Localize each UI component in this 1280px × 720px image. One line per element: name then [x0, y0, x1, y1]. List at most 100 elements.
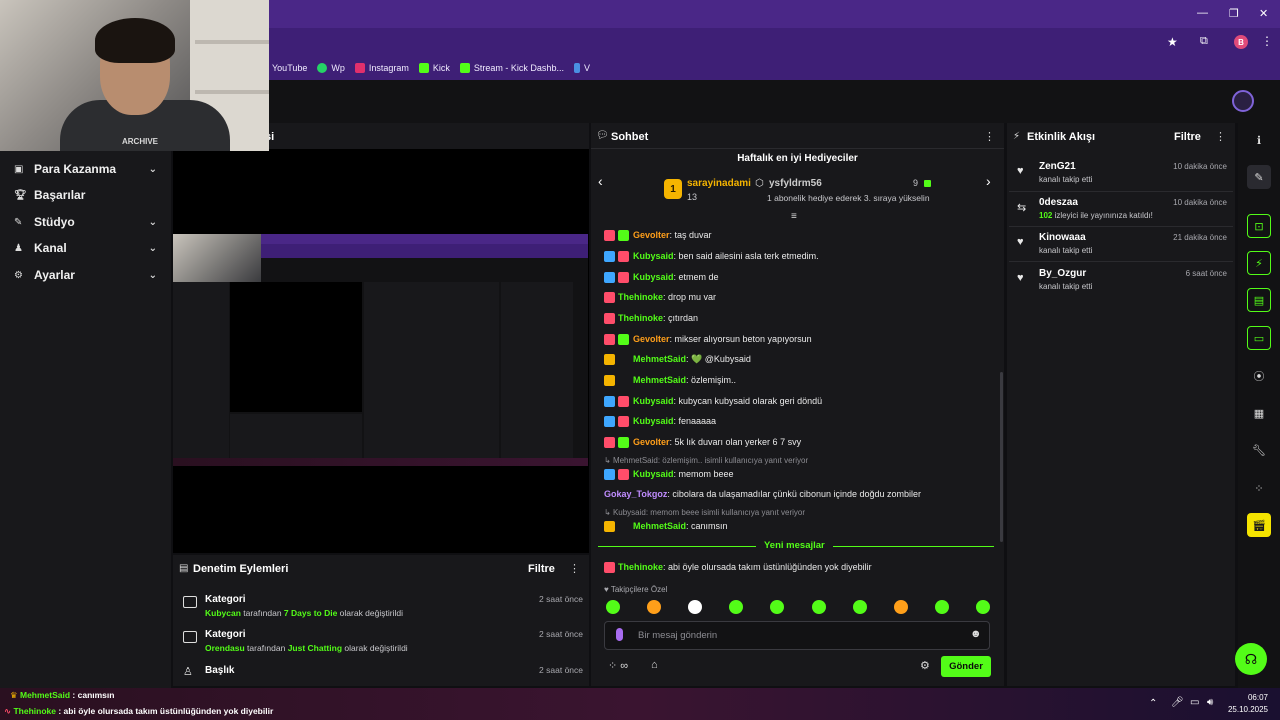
chevron-right-icon[interactable]: › [986, 173, 991, 189]
chevron-left-icon[interactable]: ‹ [598, 173, 603, 189]
bookmark-youtube[interactable]: YouTube [272, 63, 307, 73]
shelf [195, 90, 269, 94]
moderation-filter-button[interactable]: Filtre [528, 563, 555, 575]
info-icon[interactable]: ℹ [1247, 128, 1271, 152]
sidebar-item-studio[interactable]: ✎ Stüdyo ⌄ [0, 209, 171, 235]
maximize-icon[interactable]: ❐ [1229, 7, 1239, 20]
user-avatar-icon[interactable] [1232, 90, 1254, 112]
send-button[interactable]: Gönder [941, 656, 991, 677]
chat-icon[interactable]: ▭ [1247, 326, 1271, 350]
browser-menu-icon[interactable]: ⋮ [1261, 34, 1273, 48]
emote-icon[interactable] [770, 600, 785, 614]
chat-username[interactable]: Kubysaid [633, 251, 674, 261]
chat-username[interactable]: Kubysaid [633, 272, 674, 282]
chat-username[interactable]: Gevolter [633, 230, 670, 240]
bookmark-wp[interactable]: Wp [317, 63, 345, 73]
chat-username[interactable]: Gevolter [633, 437, 670, 447]
emoji-icon[interactable]: ☻ [970, 628, 982, 640]
chat-username[interactable]: Kubysaid [633, 416, 674, 426]
activity-user[interactable]: By_Ozgur [1039, 268, 1086, 279]
chat-username[interactable]: Gokay_Tokgoz [604, 489, 667, 499]
chat-username[interactable]: MehmetSaid [633, 375, 686, 385]
profile-avatar[interactable]: B [1234, 35, 1248, 49]
chat-scrollbar[interactable] [1000, 372, 1003, 542]
more-options-icon[interactable]: ⋮ [1215, 130, 1226, 143]
clip-icon[interactable]: ⊡ [1247, 214, 1271, 238]
chat-username[interactable]: Kubysaid [633, 396, 674, 406]
clock-date[interactable]: 25.10.2025 [1223, 705, 1268, 714]
lightning-icon[interactable]: ⚡︎ [1247, 251, 1271, 275]
emote-icon[interactable] [688, 600, 703, 614]
chat-message: Kubysaid: memom beee [604, 465, 994, 483]
store-icon[interactable]: ⌂ [651, 659, 658, 671]
bookmark-v[interactable]: V [573, 63, 590, 73]
chat-username[interactable]: Kubysaid [633, 469, 674, 479]
chat-message: Kubysaid: etmem de [604, 268, 994, 286]
wrench-icon[interactable]: 🔧︎ [1247, 438, 1271, 462]
emote-icon[interactable] [934, 600, 949, 614]
bookmark-kick[interactable]: Kick [418, 63, 450, 73]
bookmark-instagram[interactable]: Instagram [354, 63, 409, 73]
sidebar-item-monetization[interactable]: ▣ Para Kazanma ⌄ [0, 156, 171, 182]
bookmark-kick-dashboard[interactable]: Stream - Kick Dashb... [459, 63, 564, 73]
chat-username[interactable]: MehmetSaid [633, 521, 686, 531]
points-icon[interactable]: ⁘ ∞ [608, 659, 628, 672]
category-icon [183, 631, 197, 643]
minimize-icon[interactable]: — [1197, 7, 1208, 19]
bookmark-star-icon[interactable]: ★ [1167, 35, 1178, 49]
document-icon[interactable]: ▤ [1247, 288, 1271, 312]
emote-icon[interactable] [975, 600, 990, 614]
chat-input-field[interactable]: Bir mesaj gönderin ☻ [604, 621, 990, 650]
nested-taskbar [173, 458, 588, 466]
chat-username[interactable]: Thehinoke [618, 313, 663, 323]
more-options-icon[interactable]: ⋮ [569, 562, 580, 575]
emote-icon[interactable] [729, 600, 744, 614]
close-icon[interactable]: ✕ [1259, 7, 1268, 20]
title-icon: ♙ [183, 666, 193, 678]
chat-username[interactable]: MehmetSaid [633, 354, 686, 364]
clapper-icon[interactable]: 🎬︎ [1247, 513, 1271, 537]
chat-username[interactable]: Thehinoke [618, 292, 663, 302]
moderation-user: Orendasu [205, 643, 245, 653]
chat-username[interactable]: Gevolter [633, 334, 670, 344]
edit-icon[interactable]: ✎ [1247, 165, 1271, 189]
activity-user[interactable]: 0deszaa [1039, 197, 1078, 208]
extensions-icon[interactable]: ⧉ [1200, 35, 1208, 48]
activity-user[interactable]: Kinowaaa [1039, 232, 1086, 243]
emote-icon[interactable] [647, 600, 662, 614]
more-options-icon[interactable]: ⋮ [984, 130, 995, 143]
microphone-icon[interactable] [616, 628, 623, 641]
nodes-icon[interactable]: ⁘ [1247, 476, 1271, 500]
chevron-down-icon: ⌄ [148, 242, 157, 254]
moderation-item: ♙ Başlık 2 saat önce [183, 663, 583, 685]
sidebar-item-settings[interactable]: ⚙ Ayarlar ⌄ [0, 262, 171, 288]
lightning-icon: ⚡︎ [1013, 131, 1021, 142]
broadcast-icon[interactable]: ⦿ [1247, 364, 1271, 388]
hexagon-icon: ⬡ [755, 178, 764, 189]
category-icon [183, 596, 197, 608]
moderation-item-title: Başlık [205, 665, 235, 676]
microphone-icon[interactable]: 🎤︎ [1171, 697, 1184, 708]
sidebar-item-achievements[interactable]: 🏆︎ Başarılar [0, 182, 171, 208]
chevron-up-icon[interactable]: ⌃ [1149, 698, 1157, 709]
chat-username[interactable]: Thehinoke [618, 562, 663, 572]
clock-time[interactable]: 06:07 [1228, 693, 1268, 702]
filter-icon[interactable]: ≡ [791, 211, 797, 222]
support-headset-icon[interactable]: ☊ [1235, 643, 1267, 675]
gifter-name[interactable]: sarayinadami [687, 178, 751, 189]
sidebar-item-channel[interactable]: ♟ Kanal ⌄ [0, 235, 171, 261]
layers-icon[interactable]: ▦ [1247, 401, 1271, 425]
emote-icon[interactable] [852, 600, 867, 614]
chat-settings-icon[interactable]: ⚙ [920, 659, 930, 672]
gifter-promo-note: 1 abonelik hediye ederek 3. sıraya yükse… [767, 193, 930, 203]
emote-icon[interactable] [811, 600, 826, 614]
gifter-name[interactable]: ysfyldrm56 [769, 178, 822, 189]
activity-user[interactable]: ZenG21 [1039, 161, 1076, 172]
badge-icon [618, 229, 629, 241]
volume-icon[interactable]: 🔊︎ [1207, 697, 1213, 708]
emote-icon[interactable] [893, 600, 908, 614]
display-icon[interactable]: ▭ [1190, 697, 1199, 708]
activity-filter-button[interactable]: Filtre [1174, 131, 1201, 143]
activity-text: izleyici ile yayınınıza katıldı! [1052, 211, 1153, 220]
emote-icon[interactable] [606, 600, 620, 614]
